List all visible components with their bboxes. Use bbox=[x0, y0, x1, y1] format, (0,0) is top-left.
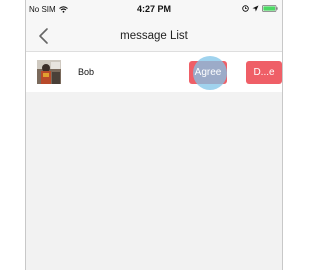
page-title: message List bbox=[120, 30, 188, 42]
phone-screen: No SIM 4:27 PM message List Bob Agree D.… bbox=[25, 0, 283, 270]
list-item[interactable]: Bob Agree D...e bbox=[26, 52, 282, 92]
battery-icon bbox=[262, 5, 278, 12]
status-right bbox=[242, 5, 278, 12]
avatar bbox=[37, 60, 61, 84]
agree-button[interactable] bbox=[189, 61, 227, 84]
location-icon bbox=[252, 5, 259, 12]
decline-button[interactable]: D...e bbox=[246, 61, 282, 84]
nav-bar: message List bbox=[26, 20, 282, 52]
status-bar: No SIM 4:27 PM bbox=[26, 0, 282, 20]
contact-name: Bob bbox=[78, 67, 95, 77]
alarm-icon bbox=[242, 5, 249, 12]
